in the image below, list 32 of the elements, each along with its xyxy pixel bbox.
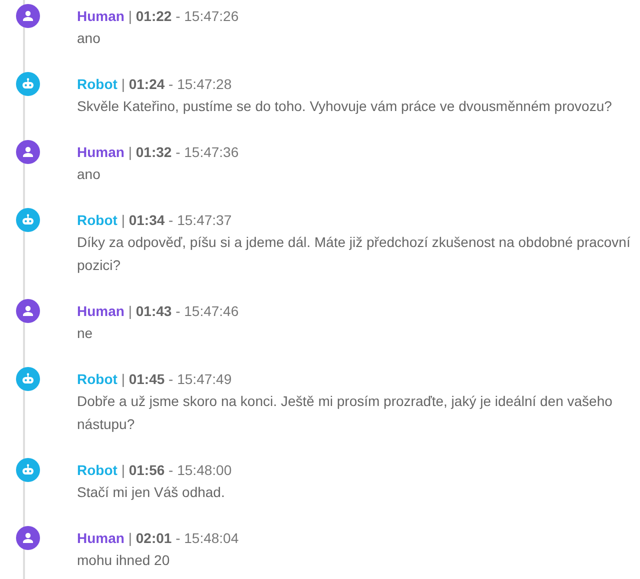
message-time: | 01:56 - 15:48:00 [121, 462, 232, 478]
speaker-name: Human [77, 8, 124, 24]
robot-avatar-icon [16, 72, 40, 96]
message-time: | 01:24 - 15:47:28 [121, 76, 232, 92]
message-time: | 01:43 - 15:47:46 [128, 303, 239, 319]
message-time: | 01:45 - 15:47:49 [121, 371, 232, 387]
message-time: | 01:22 - 15:47:26 [128, 8, 239, 24]
speaker-name: Human [77, 303, 124, 319]
robot-avatar-icon [16, 458, 40, 482]
message-text: Díky za odpověď, píšu si a jdeme dál. Máte již předchozí zkušenost na obdobné pracovní pozici? [77, 233, 632, 275]
message-time: | 01:34 - 15:47:37 [121, 212, 232, 228]
message-text: ano [77, 165, 102, 184]
message-text: Skvěle Kateřino, pustíme se do toho. Vyhovuje vám práce ve dvousměnném provozu? [77, 97, 613, 116]
robot-avatar-icon [16, 208, 40, 232]
user-avatar-icon [16, 140, 40, 164]
user-avatar-icon [16, 299, 40, 323]
message-text: Stačí mi jen Váš odhad. [77, 483, 226, 502]
message-text: Dobře a už jsme skoro na konci. Ještě mi prosím prozraďte, jaký je ideální den vašeho nástupu? [77, 392, 614, 434]
speaker-name: Human [77, 144, 124, 160]
message-text: ano [77, 29, 102, 48]
speaker-name: Robot [77, 371, 118, 387]
robot-avatar-icon [16, 367, 40, 391]
speaker-name: Robot [77, 212, 118, 228]
speaker-name: Robot [77, 462, 118, 478]
message-time: | 02:01 - 15:48:04 [128, 530, 239, 546]
speaker-name: Robot [77, 76, 118, 92]
user-avatar-icon [16, 526, 40, 550]
message-text: mohu ihned 20 [77, 551, 171, 570]
message-text: ne [77, 324, 94, 343]
message-time: | 01:32 - 15:47:36 [128, 144, 239, 160]
user-avatar-icon [16, 4, 40, 28]
speaker-name: Human [77, 530, 124, 546]
